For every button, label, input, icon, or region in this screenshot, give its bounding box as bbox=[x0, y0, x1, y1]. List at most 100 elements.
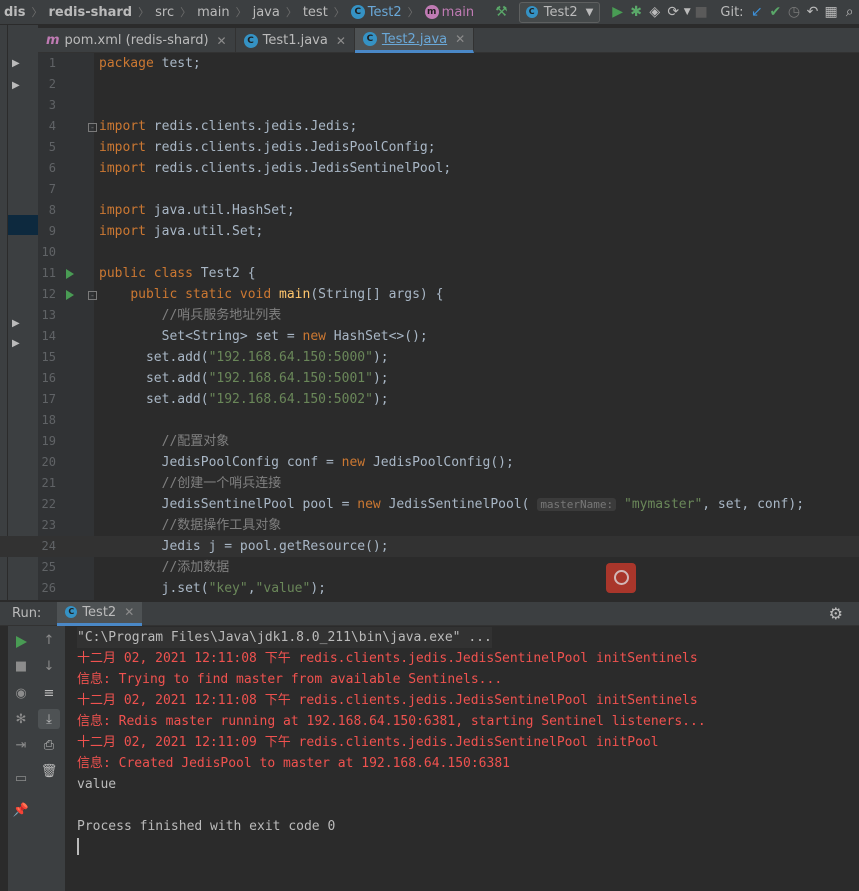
code-line[interactable]: 20 JedisPoolConfig conf = new JedisPoolC… bbox=[0, 452, 859, 473]
line-number: 25 bbox=[41, 560, 56, 574]
trash-icon[interactable]: 🗑 bbox=[38, 761, 60, 781]
code-line[interactable]: 4 import redis.clients.jedis.Jedis; bbox=[0, 116, 859, 137]
tab-run-test2[interactable]: C Test2 ✕ bbox=[57, 601, 143, 626]
code-line[interactable]: 24 Jedis j = pool.getResource(); bbox=[0, 536, 859, 557]
line-number: 23 bbox=[41, 518, 56, 532]
editor-tab-bar: m pom.xml (redis-shard) ✕ C Test1.java ✕… bbox=[38, 28, 859, 53]
code-line[interactable]: 19 //配置对象 bbox=[0, 431, 859, 452]
rerun-icon[interactable] bbox=[16, 636, 27, 648]
hammer-icon[interactable]: ⚒ bbox=[492, 0, 511, 24]
breadcrumb-test[interactable]: test bbox=[299, 0, 332, 24]
camera-icon[interactable]: ◉ bbox=[10, 683, 32, 703]
debug-icon[interactable]: ✱ bbox=[627, 0, 646, 24]
code-line[interactable]: 2 bbox=[0, 74, 859, 95]
line-number: 15 bbox=[41, 350, 56, 364]
print-icon[interactable]: ⎙ bbox=[38, 735, 60, 755]
code-text: j.set("key","value"); bbox=[99, 581, 326, 596]
console-line: 十二月 02, 2021 12:11:08 下午 redis.clients.j… bbox=[77, 651, 698, 666]
code-line[interactable]: 14 Set<String> set = new HashSet<>(); bbox=[0, 326, 859, 347]
close-icon[interactable]: ✕ bbox=[455, 32, 465, 46]
code-line[interactable]: 3 bbox=[0, 95, 859, 116]
breadcrumb-java[interactable]: java bbox=[249, 0, 284, 24]
line-number: 18 bbox=[41, 413, 56, 427]
code-line[interactable]: 21 //创建一个哨兵连接 bbox=[0, 473, 859, 494]
console-line: 信息: Redis master running at 192.168.64.1… bbox=[77, 714, 706, 729]
code-text: import redis.clients.jedis.JedisPoolConf… bbox=[99, 140, 436, 155]
soft-wrap-icon[interactable]: ≡ bbox=[38, 683, 60, 703]
tab-pom-xml[interactable]: m pom.xml (redis-shard) ✕ bbox=[38, 28, 236, 53]
close-icon[interactable]: ✕ bbox=[336, 34, 346, 48]
code-text: import redis.clients.jedis.Jedis; bbox=[99, 119, 358, 134]
stop-icon[interactable]: ■ bbox=[10, 656, 32, 676]
close-icon[interactable]: ✕ bbox=[217, 34, 227, 48]
code-line[interactable]: 22 JedisSentinelPool pool = new JedisSen… bbox=[0, 494, 859, 515]
code-line[interactable]: 16 set.add("192.168.64.150:5001"); bbox=[0, 368, 859, 389]
code-line[interactable]: 9 import java.util.Set; bbox=[0, 221, 859, 242]
stop-icon[interactable]: ■ bbox=[692, 0, 711, 24]
git-update-icon[interactable]: ↙ bbox=[748, 0, 767, 24]
code-line[interactable]: 13 //哨兵服务地址列表 bbox=[0, 305, 859, 326]
breadcrumb-separator: 〉 bbox=[407, 6, 419, 19]
line-number: 11 bbox=[41, 266, 56, 280]
chevron-down-icon[interactable]: ▼ bbox=[683, 0, 692, 24]
code-line[interactable]: 17 set.add("192.168.64.150:5002"); bbox=[0, 389, 859, 410]
tab-test2-java[interactable]: C Test2.java ✕ bbox=[354, 28, 475, 53]
code-line[interactable]: 18 bbox=[0, 410, 859, 431]
down-arrow-icon[interactable]: ↓ bbox=[38, 656, 60, 676]
code-line[interactable]: 10 bbox=[0, 242, 859, 263]
code-line[interactable]: 11 public class Test2 { bbox=[0, 263, 859, 284]
code-line[interactable]: 12 public static void main(String[] args… bbox=[0, 284, 859, 305]
run-panel-label: Run: bbox=[12, 606, 42, 621]
code-text: //数据操作工具对象 bbox=[161, 518, 282, 533]
line-number: 5 bbox=[48, 140, 56, 154]
breadcrumb-project-root[interactable]: dis bbox=[0, 0, 30, 24]
fold-icon[interactable]: - bbox=[88, 123, 97, 132]
close-icon[interactable]: ✕ bbox=[124, 605, 134, 619]
run-gutter-icon[interactable] bbox=[66, 290, 74, 300]
profile-icon[interactable]: ⟳ bbox=[664, 0, 683, 24]
breadcrumb-class-test2[interactable]: C Test2 bbox=[347, 0, 406, 24]
history-icon[interactable]: ◷ bbox=[785, 0, 804, 24]
layout-icon[interactable]: ▭ bbox=[10, 768, 32, 788]
line-number: 24 bbox=[41, 539, 56, 553]
breadcrumb-method-main[interactable]: m main bbox=[421, 0, 478, 24]
settings-icon[interactable]: ✻ bbox=[10, 709, 32, 729]
code-line[interactable]: 5 import redis.clients.jedis.JedisPoolCon… bbox=[0, 137, 859, 158]
line-number: 14 bbox=[41, 329, 56, 343]
code-line[interactable]: 25 //添加数据 bbox=[0, 557, 859, 578]
fold-icon[interactable]: - bbox=[88, 291, 97, 300]
breadcrumb-project[interactable]: redis-shard bbox=[45, 0, 137, 24]
run-configuration-select[interactable]: C Test2 ▼ bbox=[518, 1, 601, 23]
run-panel-header: Run: C Test2 ✕ bbox=[0, 601, 859, 626]
line-number: 10 bbox=[41, 245, 56, 259]
gear-icon[interactable]: ⚙ bbox=[829, 604, 843, 623]
code-line[interactable]: 6 import redis.clients.jedis.JedisSentine… bbox=[0, 158, 859, 179]
code-line[interactable]: 15 set.add("192.168.64.150:5000"); bbox=[0, 347, 859, 368]
search-icon[interactable] bbox=[606, 563, 636, 593]
breadcrumb-separator: 〉 bbox=[333, 6, 345, 19]
code-text: import java.util.Set; bbox=[99, 224, 264, 239]
console-line: Process finished with exit code 0 bbox=[77, 819, 336, 834]
code-text: package test; bbox=[99, 56, 201, 71]
search-everywhere-icon[interactable]: ⌕ bbox=[840, 0, 859, 24]
pin-icon[interactable]: 📌 bbox=[10, 800, 32, 820]
line-number: 3 bbox=[48, 98, 56, 112]
exit-icon[interactable]: ⇥ bbox=[10, 735, 32, 755]
breadcrumb-main[interactable]: main bbox=[193, 0, 233, 24]
code-line[interactable]: 8 import java.util.HashSet; bbox=[0, 200, 859, 221]
project-structure-icon[interactable]: ▦ bbox=[822, 0, 841, 24]
git-commit-icon[interactable]: ✔ bbox=[766, 0, 785, 24]
code-line[interactable]: 7 bbox=[0, 179, 859, 200]
scroll-to-end-icon[interactable]: ⤓ bbox=[38, 709, 60, 729]
run-gutter-icon[interactable] bbox=[66, 269, 74, 279]
up-arrow-icon[interactable]: ↑ bbox=[38, 630, 60, 650]
coverage-icon[interactable]: ◈ bbox=[645, 0, 664, 24]
tab-test1-java[interactable]: C Test1.java ✕ bbox=[236, 28, 355, 53]
breadcrumb-src[interactable]: src bbox=[151, 0, 178, 24]
code-line[interactable]: 1 package test; bbox=[0, 53, 859, 74]
run-icon[interactable]: ▶ bbox=[608, 0, 627, 24]
code-line[interactable]: 26 j.set("key","value"); bbox=[0, 578, 859, 599]
code-line[interactable]: 23 //数据操作工具对象 bbox=[0, 515, 859, 536]
line-number: 22 bbox=[41, 497, 56, 511]
rollback-icon[interactable]: ↶ bbox=[803, 0, 822, 24]
